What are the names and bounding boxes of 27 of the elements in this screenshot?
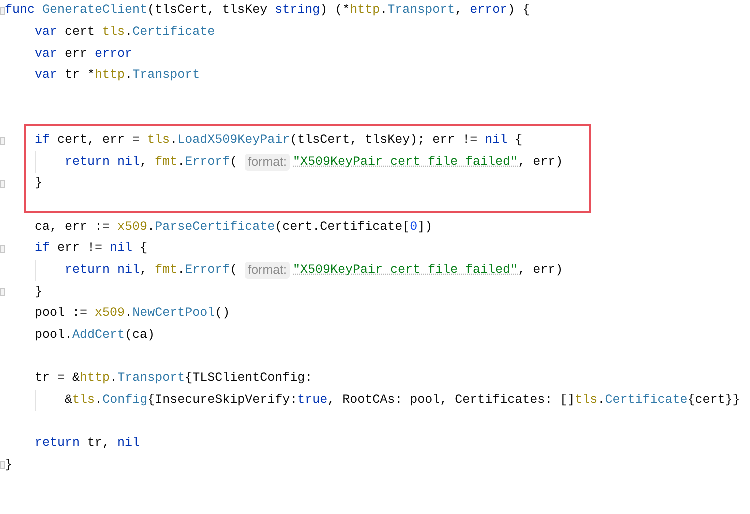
fold-marker-icon[interactable] bbox=[0, 288, 5, 296]
parameter-hint: format: bbox=[245, 262, 290, 279]
parameter-hint: format: bbox=[245, 154, 290, 171]
fold-marker-icon[interactable] bbox=[0, 7, 5, 15]
code-text: return nil, fmt.Errorf( bbox=[65, 154, 239, 171]
fold-marker-icon[interactable] bbox=[0, 180, 5, 188]
code-text: "X509KeyPair cert file failed", err) bbox=[293, 262, 564, 279]
code-text: var cert tls.Certificate bbox=[35, 24, 216, 41]
fold-marker-icon[interactable] bbox=[0, 136, 5, 145]
code-text: pool := x509.NewCertPool() bbox=[35, 305, 230, 322]
code-text: return nil, fmt.Errorf( bbox=[65, 262, 239, 279]
code-text: ca, err := x509.ParseCertificate(cert.Certificate[0]) bbox=[35, 218, 433, 236]
code-text: return tr, nil bbox=[35, 435, 140, 452]
code-text: var tr *http.Transport bbox=[35, 67, 200, 84]
code-text: "X509KeyPair cert file failed", err) bbox=[293, 154, 564, 171]
code-text: if cert, err = tls.LoadX509KeyPair(tlsCert, tlsKey); err != nil { bbox=[35, 132, 523, 150]
fold-marker-icon[interactable] bbox=[0, 245, 5, 254]
code-text: func GenerateClient(tlsCert, tlsKey string) (*http.Transport, error) { bbox=[5, 2, 530, 20]
code-text: var err error bbox=[35, 46, 133, 63]
code-text: if err != nil { bbox=[35, 240, 148, 258]
code-text: &tls.Config{InsecureSkipVerify:true, RootCAs: pool, Certificates: []tls.Certificate{cert}} bbox=[65, 392, 740, 409]
fold-marker-icon[interactable] bbox=[0, 461, 5, 470]
code-text: } bbox=[5, 456, 13, 474]
code-text: } bbox=[35, 284, 43, 301]
code-text: } bbox=[35, 175, 43, 192]
code-text: tr = &http.Transport{TLSClientConfig: bbox=[35, 370, 313, 388]
code-text: pool.AddCert(ca) bbox=[35, 326, 156, 344]
